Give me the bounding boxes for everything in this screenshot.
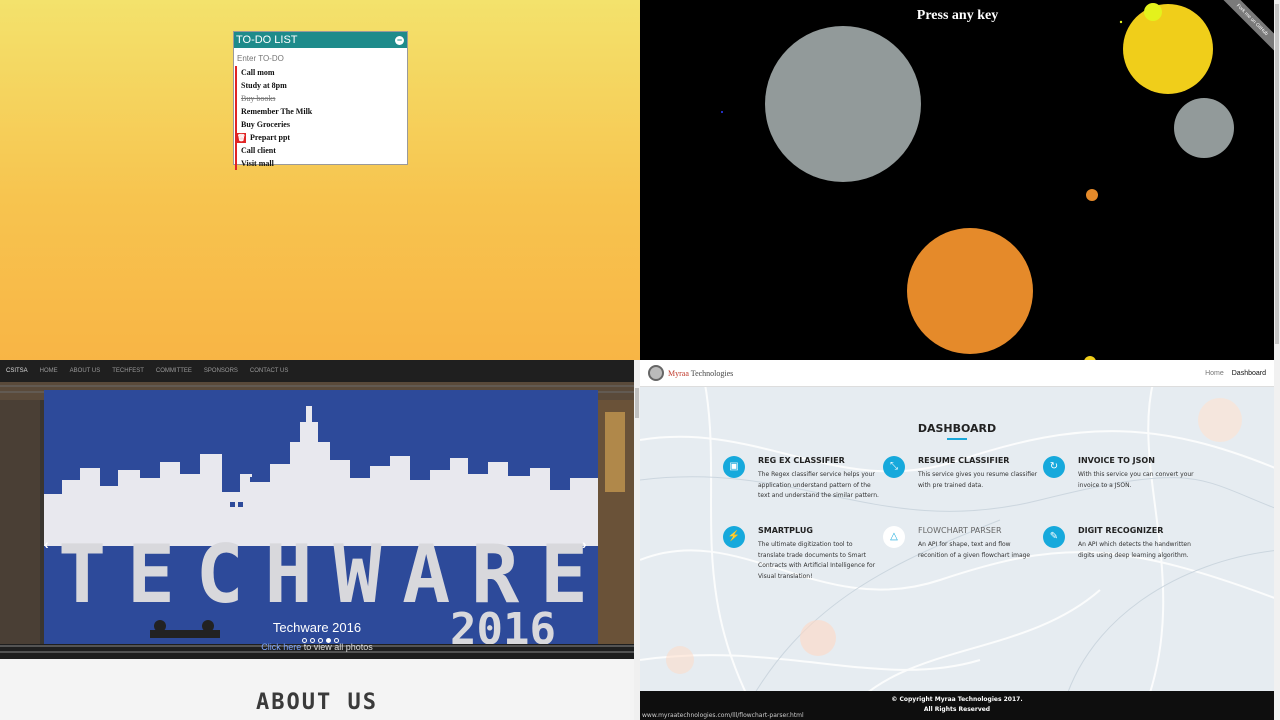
carousel-caption-title: Techware 2016: [272, 620, 362, 635]
photo-carousel: TECHWARE 2016 ‹ › Techware 2016 Click he…: [0, 382, 634, 659]
todo-items: Call mom Study at 8pm Buy books Remember…: [234, 66, 407, 170]
brand-name[interactable]: Myraa Technologies: [668, 369, 733, 378]
about-us-heading: ABOUT US: [256, 690, 378, 715]
nav-about[interactable]: ABOUT US: [70, 368, 101, 374]
document-icon: ▣: [723, 456, 745, 478]
todo-list-panel: TO-DO LIST − Call mom Study at 8pm Buy b…: [233, 31, 408, 170]
carousel-dot[interactable]: [310, 638, 315, 643]
title-underline: [947, 438, 967, 440]
view-photos-link[interactable]: Click here: [261, 642, 301, 652]
todo-item-hovered[interactable]: 🗑 Prepart ppt: [235, 131, 407, 144]
press-any-key-text: Press any key: [916, 8, 999, 23]
card-title: DIGIT RECOGNIZER: [1078, 526, 1164, 535]
sitemap-icon: △: [883, 526, 905, 548]
card-description: The Regex classifier service helps your …: [758, 471, 879, 499]
nav-techfest[interactable]: TECHFEST: [112, 368, 144, 374]
carousel-next-icon[interactable]: ›: [582, 536, 587, 552]
nav-committee[interactable]: COMMITTEE: [156, 368, 192, 374]
status-bar-url: www.myraatechnologies.com/lll/flowchart-…: [640, 712, 804, 719]
carousel-dot[interactable]: [334, 638, 339, 643]
card-title: SMARTPLUG: [758, 526, 813, 535]
footer-copyright: © Copyright Myraa Technologies 2017.: [891, 696, 1023, 703]
todo-item-completed[interactable]: Buy books: [235, 92, 407, 105]
carousel-dot[interactable]: [318, 638, 323, 643]
ball: [1174, 98, 1234, 158]
todo-item[interactable]: Remember The Milk: [235, 105, 407, 118]
refresh-icon: ↻: [1043, 456, 1065, 478]
myraa-dashboard: Myraa Technologies Home Dashboard DASHBO…: [640, 360, 1280, 720]
nav-dashboard[interactable]: Dashboard: [1232, 370, 1266, 377]
edit-icon: ✎: [1043, 526, 1065, 548]
nav-contact[interactable]: CONTACT US: [250, 368, 288, 374]
carousel-photo: TECHWARE 2016: [0, 382, 634, 659]
nav-home[interactable]: HOME: [40, 368, 58, 374]
scrollbar[interactable]: [1274, 360, 1280, 720]
techware-site: CSITSA HOME ABOUT US TECHFEST COMMITTEE …: [0, 360, 640, 720]
carousel-caption-text: Click here to view all photos: [261, 642, 373, 652]
card-title: INVOICE TO JSON: [1078, 456, 1155, 465]
brand-logo[interactable]: CSITSA: [6, 368, 28, 374]
card-description: With this service you can convert your i…: [1078, 471, 1194, 489]
nav-sponsors[interactable]: SPONSORS: [204, 368, 238, 374]
nav-home[interactable]: Home: [1205, 370, 1224, 377]
todo-header: TO-DO LIST −: [234, 32, 407, 48]
card-title: RESUME CLASSIFIER: [918, 456, 1010, 465]
ball: [907, 228, 1033, 354]
page-title: DASHBOARD: [917, 422, 997, 435]
carousel-dot-active[interactable]: [326, 638, 331, 643]
ball: [721, 111, 723, 113]
ball-canvas: [721, 3, 1234, 360]
card-description: An API for shape, text and flow reconiti…: [918, 541, 1031, 559]
scrollbar[interactable]: [1274, 0, 1280, 360]
card-title: REG EX CLASSIFIER: [758, 456, 845, 465]
card-description: This service gives you resume classifier…: [918, 471, 1038, 489]
shrink-icon: ⤡: [883, 456, 905, 478]
top-navbar: Myraa Technologies Home Dashboard: [640, 360, 1274, 387]
todo-item[interactable]: Buy Groceries: [235, 118, 407, 131]
todo-title: TO-DO LIST: [236, 34, 298, 46]
ball: [765, 26, 921, 182]
carousel-dot[interactable]: [302, 638, 307, 643]
todo-item[interactable]: Study at 8pm: [235, 79, 407, 92]
card-title: FLOWCHART PARSER: [918, 526, 1002, 535]
card-description: An API which detects the handwritten dig…: [1078, 541, 1191, 559]
todo-item[interactable]: Visit mall: [235, 157, 407, 170]
trash-icon[interactable]: 🗑: [237, 132, 246, 143]
todo-item[interactable]: Call client: [235, 144, 407, 157]
bouncing-balls-app: Press any key Fork me on GitHub: [640, 0, 1280, 360]
plug-icon: ⚡: [723, 526, 745, 548]
collapse-icon[interactable]: −: [395, 35, 404, 45]
top-navbar: CSITSA HOME ABOUT US TECHFEST COMMITTEE …: [0, 360, 634, 382]
todo-item[interactable]: Call mom: [235, 66, 407, 79]
ball: [1086, 189, 1098, 201]
card-description: The ultimate digitization tool to transl…: [758, 541, 876, 580]
carousel-indicators: [302, 638, 339, 643]
company-logo[interactable]: [648, 365, 664, 381]
todo-input[interactable]: [234, 52, 407, 65]
carousel-prev-icon[interactable]: ‹: [44, 536, 49, 552]
nav-menu: Home Dashboard: [1205, 370, 1266, 377]
todo-app: TO-DO LIST − Call mom Study at 8pm Buy b…: [0, 0, 640, 360]
